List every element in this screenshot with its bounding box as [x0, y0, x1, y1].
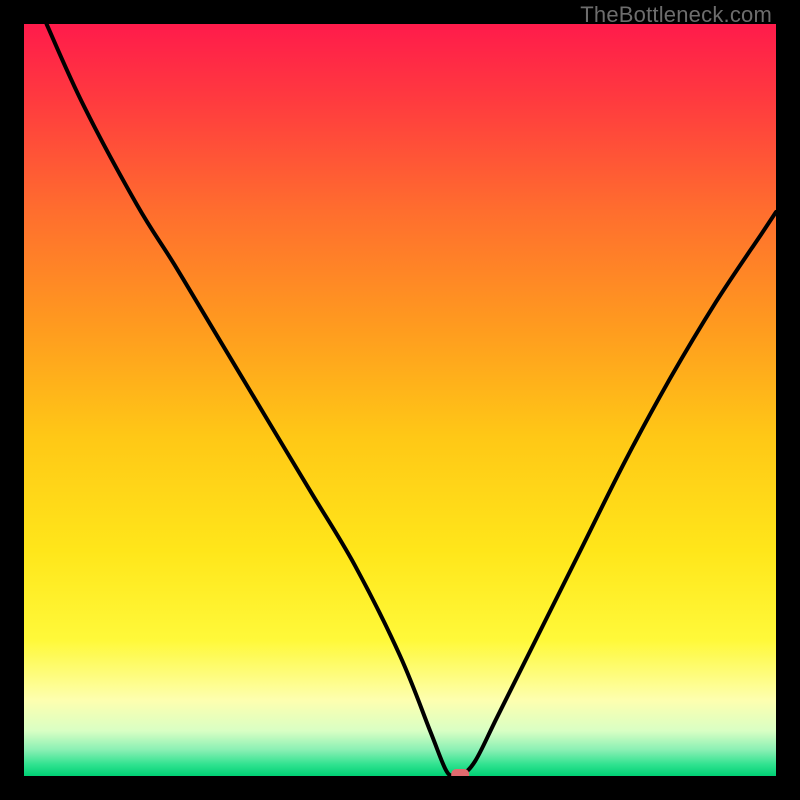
chart-frame	[24, 24, 776, 776]
chart-background	[24, 24, 776, 776]
bottleneck-chart	[24, 24, 776, 776]
watermark-text: TheBottleneck.com	[580, 2, 772, 28]
optimal-point-marker	[451, 769, 469, 776]
